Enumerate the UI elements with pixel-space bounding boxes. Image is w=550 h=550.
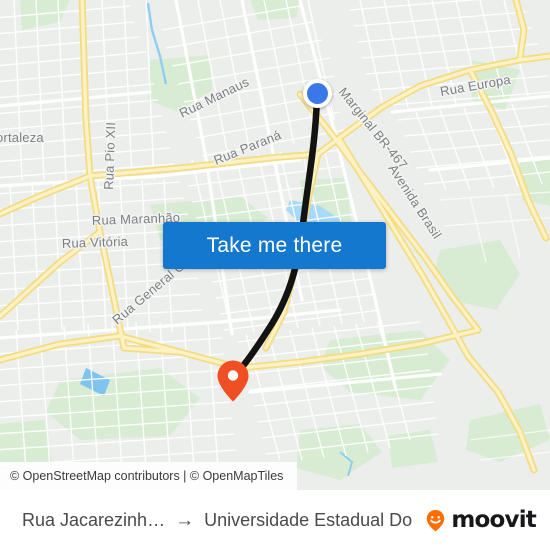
arrow-right-icon: → — [175, 509, 195, 531]
origin-dot-core — [307, 83, 328, 104]
take-me-there-button[interactable]: Take me there — [163, 222, 386, 269]
moovit-pin-icon — [427, 509, 445, 531]
origin-dot[interactable] — [303, 79, 332, 108]
label-rua-pio-xii: Rua Pio XII — [101, 122, 118, 190]
moovit-wordmark: moovit — [451, 507, 536, 533]
moovit-logo[interactable]: moovit — [423, 507, 537, 533]
destination-pin[interactable] — [216, 359, 250, 403]
destination-pin-icon — [217, 360, 249, 402]
take-me-there-label: Take me there — [206, 233, 343, 257]
route-destination-label: Universidade Estadual Do Oeste… — [204, 509, 413, 530]
route-origin-label: Rua Jacarezinh… — [22, 509, 166, 530]
bottom-bar: Rua Jacarezinh… → Universidade Estadual … — [0, 490, 550, 550]
attribution-text: © OpenStreetMap contributors | © OpenMap… — [10, 469, 284, 483]
map-attribution: © OpenStreetMap contributors | © OpenMap… — [0, 462, 298, 490]
label-rua-vitoria: Rua Vitória — [62, 234, 129, 251]
route-summary: Rua Jacarezinh… → Universidade Estadual … — [0, 510, 413, 531]
moovit-trip-preview: Rua Manaus Rua Europa Marginal BR-467 Ru… — [0, 0, 550, 550]
label-fortaleza: ortaleza — [0, 130, 44, 145]
